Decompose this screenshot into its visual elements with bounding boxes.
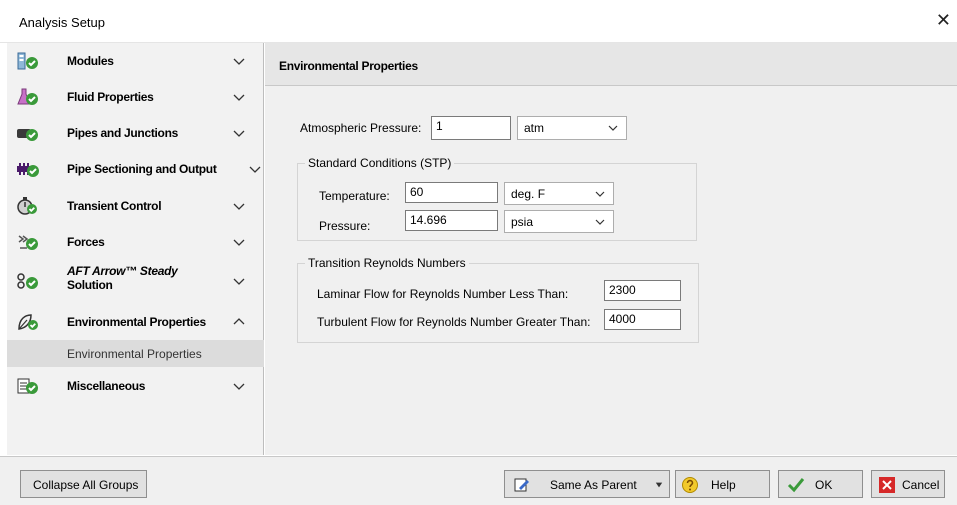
sidebar-item-label: Fluid Properties [67,90,154,104]
pressure-unit-select[interactable]: psia [504,210,614,233]
pressure-label: Pressure: [319,219,371,233]
chevron-down-icon [233,383,245,390]
turbulent-label: Turbulent Flow for Reynolds Number Great… [317,315,591,329]
collapse-all-groups-button[interactable]: Collapse All Groups [20,470,147,498]
select-value: deg. F [511,187,546,201]
sidebar-item-pipe-sectioning[interactable]: Pipe Sectioning and Output [7,151,264,187]
forces-icon [18,235,38,250]
window-title: Analysis Setup [19,15,105,30]
chevron-down-icon [595,191,605,197]
fluid-flask-icon [17,88,38,105]
laminar-label: Laminar Flow for Reynolds Number Less Th… [317,287,569,301]
chevron-down-icon [233,239,245,246]
close-icon[interactable]: ✕ [936,11,951,29]
caret-down-icon[interactable] [655,481,663,489]
modules-icon [17,52,38,70]
select-value: psia [511,215,534,229]
sidebar-subitem-label: Environmental Properties [67,347,202,361]
temperature-unit-select[interactable]: deg. F [504,182,614,205]
sidebar-item-label: AFT Arrow™ Steady Solution [67,264,227,292]
miscellaneous-icon [17,378,38,394]
temperature-label: Temperature: [319,189,390,203]
chevron-down-icon [233,58,245,65]
button-label: Cancel [902,478,940,492]
button-label: Help [711,478,736,492]
sidebar-item-label: Pipes and Junctions [67,126,178,140]
chevron-down-icon [233,94,245,101]
atmospheric-pressure-unit-select[interactable]: atm [517,116,627,140]
content-panel: Atmospheric Pressure: 1 atm Standard Con… [265,86,957,455]
check-icon [787,478,805,493]
chevron-up-icon [233,318,245,325]
brand-name: AFT Arrow™ Steady [67,264,178,278]
stopwatch-icon [17,197,37,215]
sidebar-item-transient-control[interactable]: Transient Control [7,188,264,224]
button-label: Collapse All Groups [33,478,139,492]
turbulent-input[interactable]: 4000 [604,309,681,330]
sidebar-item-label: Transient Control [67,199,162,213]
edit-document-icon [514,478,529,492]
cancel-button[interactable]: Cancel [871,470,945,498]
same-as-parent-button[interactable]: Same As Parent [504,470,670,498]
sidebar-item-forces[interactable]: Forces [7,224,264,260]
window-titlebar: Analysis Setup ✕ [0,0,957,43]
sidebar-item-label: Modules [67,54,114,68]
sidebar: Modules Fluid Properties Pipes and Junct… [7,43,264,455]
select-value: atm [524,121,545,135]
page-title: Environmental Properties [279,59,418,73]
sidebar-item-label: Miscellaneous [67,379,146,393]
stp-group: Standard Conditions (STP) Temperature: 6… [297,156,697,241]
ok-button[interactable]: OK [778,470,863,498]
sidebar-item-label: Environmental Properties [67,315,206,329]
atmospheric-pressure-label: Atmospheric Pressure: [300,121,422,135]
dialog-footer: Collapse All Groups Same As Parent Help … [0,456,957,505]
button-label: OK [815,478,833,492]
sidebar-item-label: Forces [67,235,105,249]
help-button[interactable]: Help [675,470,770,498]
temperature-input[interactable]: 60 [405,182,498,203]
pipe-icon [17,129,38,141]
chevron-down-icon [595,219,605,225]
sidebar-item-label: Pipe Sectioning and Output [67,162,217,176]
laminar-input[interactable]: 2300 [604,280,681,301]
sidebar-item-environmental-properties[interactable]: Environmental Properties [7,304,264,340]
chevron-down-icon [233,130,245,137]
content-header: Environmental Properties [265,43,957,86]
sidebar-item-pipes-and-junctions[interactable]: Pipes and Junctions [7,115,264,151]
leaf-icon [18,314,38,330]
button-label: Same As Parent [550,478,637,492]
stp-group-legend: Standard Conditions (STP) [305,156,455,170]
atmospheric-pressure-input[interactable]: 1 [431,116,511,140]
chevron-down-icon [233,203,245,210]
sidebar-item-aft-arrow-steady-solution[interactable]: AFT Arrow™ Steady Solution [7,260,264,302]
pressure-input[interactable]: 14.696 [405,210,498,231]
pipe-sectioning-icon [17,163,39,177]
sidebar-item-fluid-properties[interactable]: Fluid Properties [7,79,264,115]
sidebar-subitem-environmental-properties[interactable]: Environmental Properties [7,340,264,367]
sidebar-item-label-line2: Solution [67,278,113,292]
reynolds-group-legend: Transition Reynolds Numbers [305,256,469,270]
sidebar-item-miscellaneous[interactable]: Miscellaneous [7,368,264,404]
chevron-down-icon [233,278,245,285]
help-icon [682,477,698,493]
reynolds-group: Transition Reynolds Numbers Laminar Flow… [297,256,699,343]
chevron-down-icon [608,125,618,131]
sidebar-item-modules[interactable]: Modules [7,43,264,79]
cancel-x-icon [879,477,895,493]
chevron-down-icon [249,166,261,173]
steady-solution-icon [17,273,38,289]
